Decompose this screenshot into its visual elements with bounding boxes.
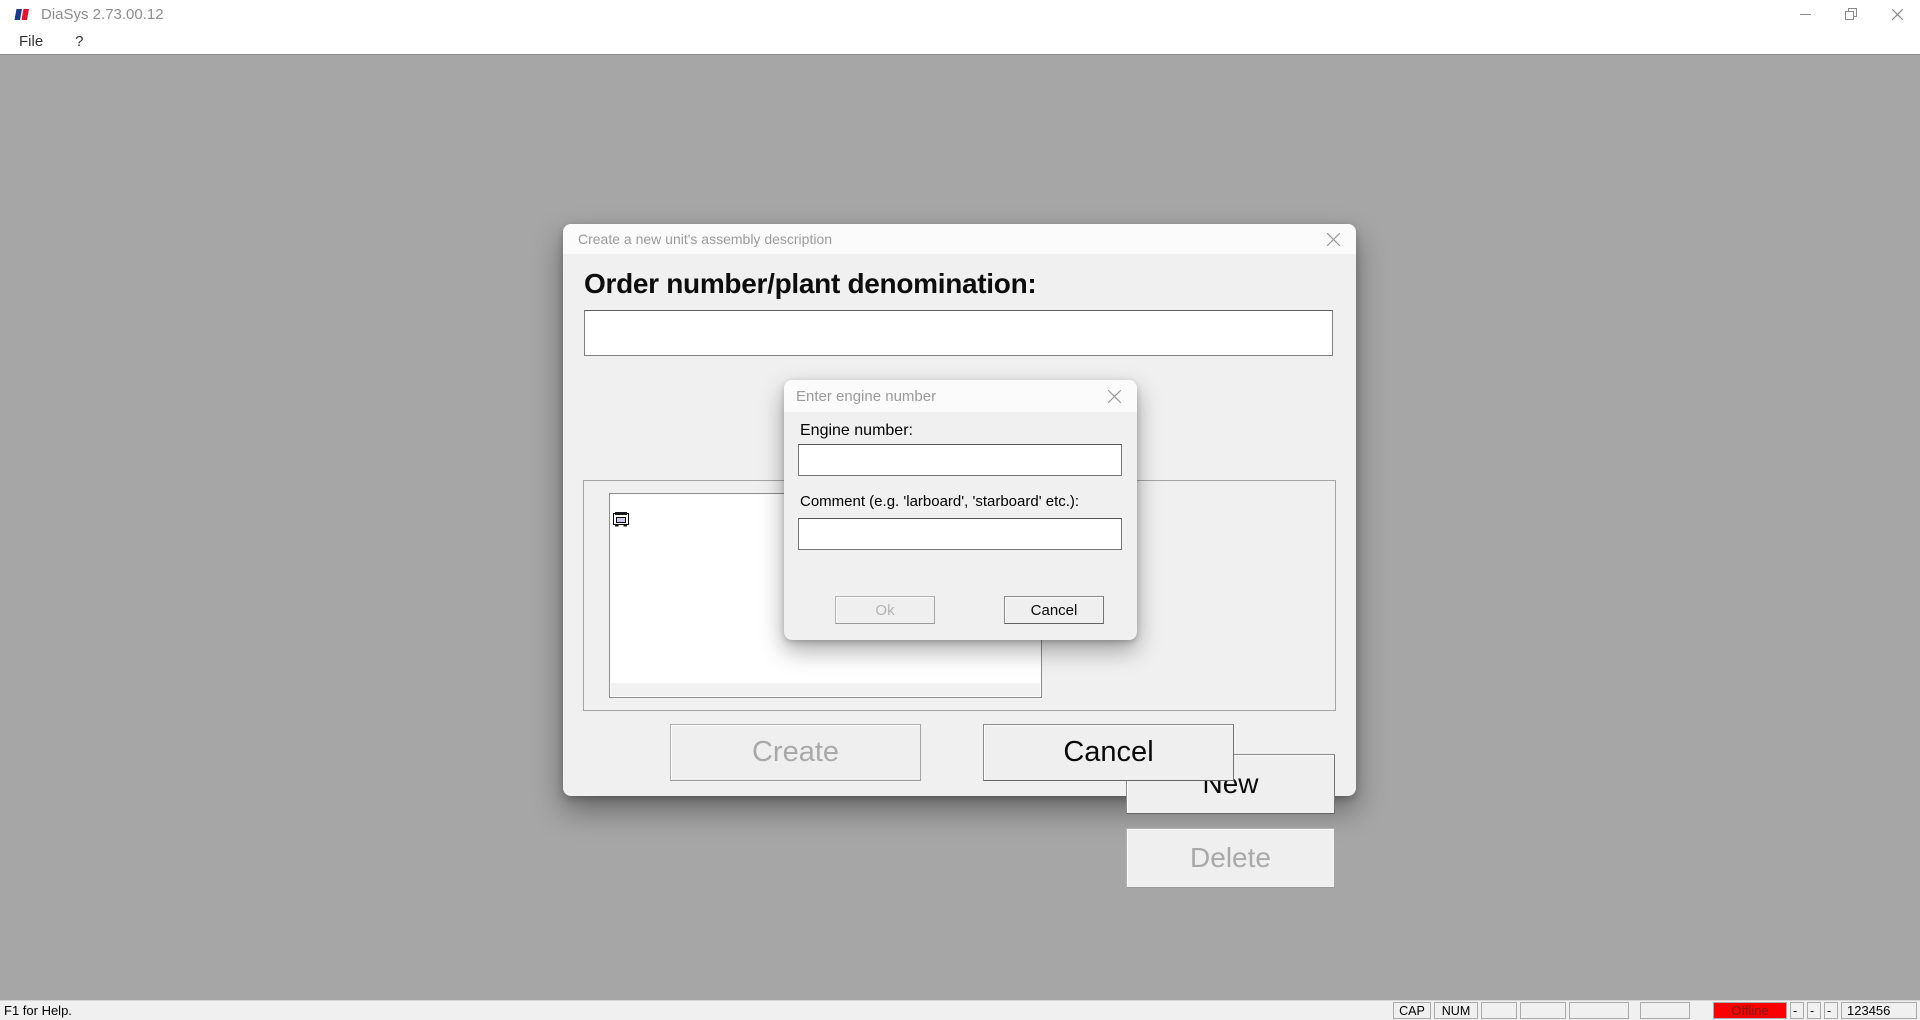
dialog-title: Enter engine number xyxy=(796,388,936,405)
menu-file[interactable]: File xyxy=(15,31,47,52)
order-number-heading: Order number/plant denomination: xyxy=(584,268,1036,300)
listbox-horizontal-scrollbar[interactable] xyxy=(611,683,1040,696)
statusbar-empty-panel xyxy=(1520,1002,1566,1019)
caps-lock-indicator: CAP xyxy=(1393,1002,1431,1019)
statusbar-empty-panel xyxy=(1481,1002,1517,1019)
statusbar-help-text: F1 for Help. xyxy=(4,1003,72,1018)
statusbar-dash-panel: - xyxy=(1790,1002,1804,1019)
engine-number-label: Engine number: xyxy=(800,422,913,440)
engine-dialog-titlebar: Enter engine number xyxy=(784,380,1137,412)
restore-button[interactable] xyxy=(1828,0,1874,28)
app-titlebar: DiaSys 2.73.00.12 xyxy=(0,0,1920,28)
close-button[interactable] xyxy=(1874,0,1920,28)
window-controls xyxy=(1782,0,1920,28)
dialog-close-icon[interactable] xyxy=(1101,385,1127,407)
offline-status-badge: Offline xyxy=(1713,1002,1787,1019)
create-assembly-dialog-titlebar: Create a new unit's assembly description xyxy=(563,224,1356,254)
minimize-button[interactable] xyxy=(1782,0,1828,28)
num-lock-indicator: NUM xyxy=(1434,1002,1478,1019)
app-logo-icon xyxy=(13,8,32,21)
statusbar-empty-panel xyxy=(1640,1002,1690,1019)
statusbar-dash-panel: - xyxy=(1824,1002,1838,1019)
statusbar-dash-panel: - xyxy=(1807,1002,1821,1019)
statusbar-code-panel: 123456 xyxy=(1841,1002,1917,1019)
statusbar: F1 for Help. CAP NUM Offline - - - 12345… xyxy=(0,1000,1920,1020)
statusbar-panels: CAP NUM Offline - - - 123456 xyxy=(1393,1002,1917,1019)
dialog-close-icon[interactable] xyxy=(1320,228,1346,250)
comment-input[interactable] xyxy=(798,518,1122,550)
application-window: DiaSys 2.73.00.12 File ? xyxy=(0,0,1920,1020)
comment-label: Comment (e.g. 'larboard', 'starboard' et… xyxy=(800,493,1079,510)
dialog-title: Create a new unit's assembly description xyxy=(578,231,832,247)
order-number-input[interactable] xyxy=(584,310,1333,356)
ok-button[interactable]: Ok xyxy=(835,596,935,624)
statusbar-empty-panel xyxy=(1569,1002,1629,1019)
enter-engine-number-dialog: Enter engine number Engine number: Comme… xyxy=(784,380,1137,640)
engine-icon xyxy=(613,511,630,532)
app-title: DiaSys 2.73.00.12 xyxy=(41,6,164,23)
cancel-button[interactable]: Cancel xyxy=(983,724,1234,781)
menu-help[interactable]: ? xyxy=(71,31,87,52)
delete-button[interactable]: Delete xyxy=(1126,828,1335,888)
engine-cancel-button[interactable]: Cancel xyxy=(1004,596,1104,624)
list-item[interactable] xyxy=(613,512,635,530)
create-button[interactable]: Create xyxy=(670,724,921,781)
menubar: File ? xyxy=(0,28,1920,54)
engine-number-input[interactable] xyxy=(798,444,1122,476)
